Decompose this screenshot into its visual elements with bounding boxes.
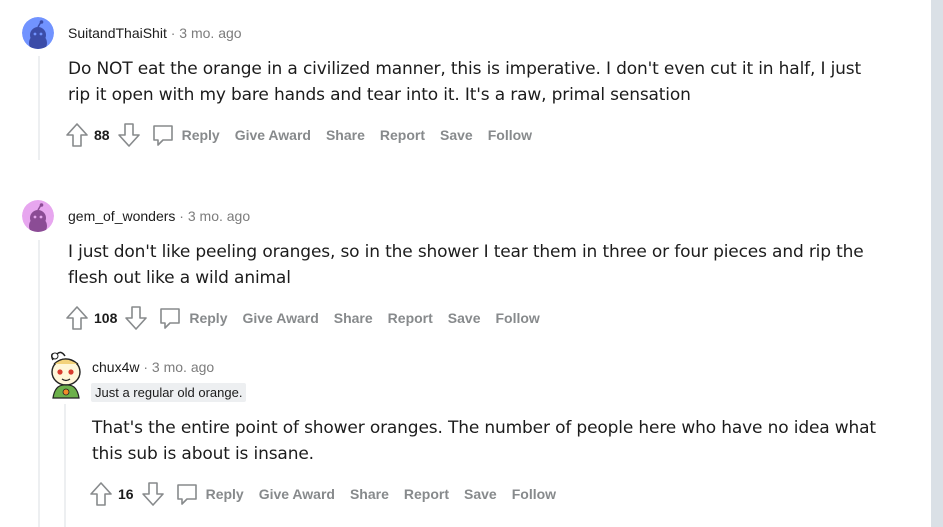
report-button[interactable]: Report	[388, 310, 433, 326]
follow-button[interactable]: Follow	[512, 486, 556, 502]
author-name[interactable]: SuitandThaiShit	[68, 25, 167, 41]
share-button[interactable]: Share	[326, 127, 365, 143]
give-award-button[interactable]: Give Award	[242, 310, 318, 326]
upvote-icon[interactable]	[88, 481, 114, 507]
share-button[interactable]: Share	[334, 310, 373, 326]
custom-snoo-avatar-icon[interactable]	[45, 350, 85, 400]
comment-meta: SuitandThaiShit · 3 mo. ago	[68, 25, 242, 41]
comment-bubble-icon[interactable]	[174, 481, 200, 507]
give-award-button[interactable]: Give Award	[235, 127, 311, 143]
comment-meta: chux4w · 3 mo. ago	[92, 359, 214, 375]
comment-time[interactable]: 3 mo. ago	[188, 208, 250, 224]
thread-line[interactable]	[38, 240, 40, 527]
reply-button[interactable]: Reply	[182, 127, 220, 143]
follow-button[interactable]: Follow	[496, 310, 540, 326]
give-award-button[interactable]: Give Award	[259, 486, 335, 502]
author-name[interactable]: chux4w	[92, 359, 139, 375]
user-flair: Just a regular old orange.	[91, 383, 247, 402]
save-button[interactable]: Save	[464, 486, 497, 502]
comment-bubble-icon[interactable]	[157, 305, 183, 331]
comment-body: Do NOT eat the orange in a civilized man…	[68, 59, 862, 105]
snoo-avatar-pink-icon[interactable]	[22, 200, 54, 232]
comment-actions: 16 Reply Give Award Share Report Save Fo…	[88, 481, 556, 507]
share-button[interactable]: Share	[350, 486, 389, 502]
meta-separator: ·	[170, 25, 176, 41]
comment-meta: gem_of_wonders · 3 mo. ago	[68, 208, 250, 224]
thread-line[interactable]	[64, 404, 66, 527]
follow-button[interactable]: Follow	[488, 127, 532, 143]
thread-line[interactable]	[38, 56, 40, 160]
report-button[interactable]: Report	[380, 127, 425, 143]
comment-time[interactable]: 3 mo. ago	[179, 25, 241, 41]
save-button[interactable]: Save	[440, 127, 473, 143]
vote-score: 16	[118, 486, 134, 502]
upvote-icon[interactable]	[64, 305, 90, 331]
downvote-icon[interactable]	[116, 122, 142, 148]
vote-score: 88	[94, 127, 110, 143]
comment-body: That's the entire point of shower orange…	[92, 418, 876, 464]
report-button[interactable]: Report	[404, 486, 449, 502]
meta-separator: ·	[143, 359, 149, 375]
meta-separator: ·	[179, 208, 184, 224]
comments-panel: SuitandThaiShit · 3 mo. ago Do NOT eat t…	[0, 0, 931, 527]
comment-actions: 88 Reply Give Award Share Report Save Fo…	[64, 122, 532, 148]
comment-time[interactable]: 3 mo. ago	[152, 359, 214, 375]
comment-bubble-icon[interactable]	[150, 122, 176, 148]
reply-button[interactable]: Reply	[189, 310, 227, 326]
downvote-icon[interactable]	[123, 305, 149, 331]
snoo-avatar-blue-icon[interactable]	[22, 17, 54, 49]
downvote-icon[interactable]	[140, 481, 166, 507]
reply-button[interactable]: Reply	[206, 486, 244, 502]
author-name[interactable]: gem_of_wonders	[68, 208, 175, 224]
comment-actions: 108 Reply Give Award Share Report Save F…	[64, 305, 540, 331]
save-button[interactable]: Save	[448, 310, 481, 326]
upvote-icon[interactable]	[64, 122, 90, 148]
comment-body: I just don't like peeling oranges, so in…	[68, 242, 864, 288]
vote-score: 108	[94, 310, 118, 326]
